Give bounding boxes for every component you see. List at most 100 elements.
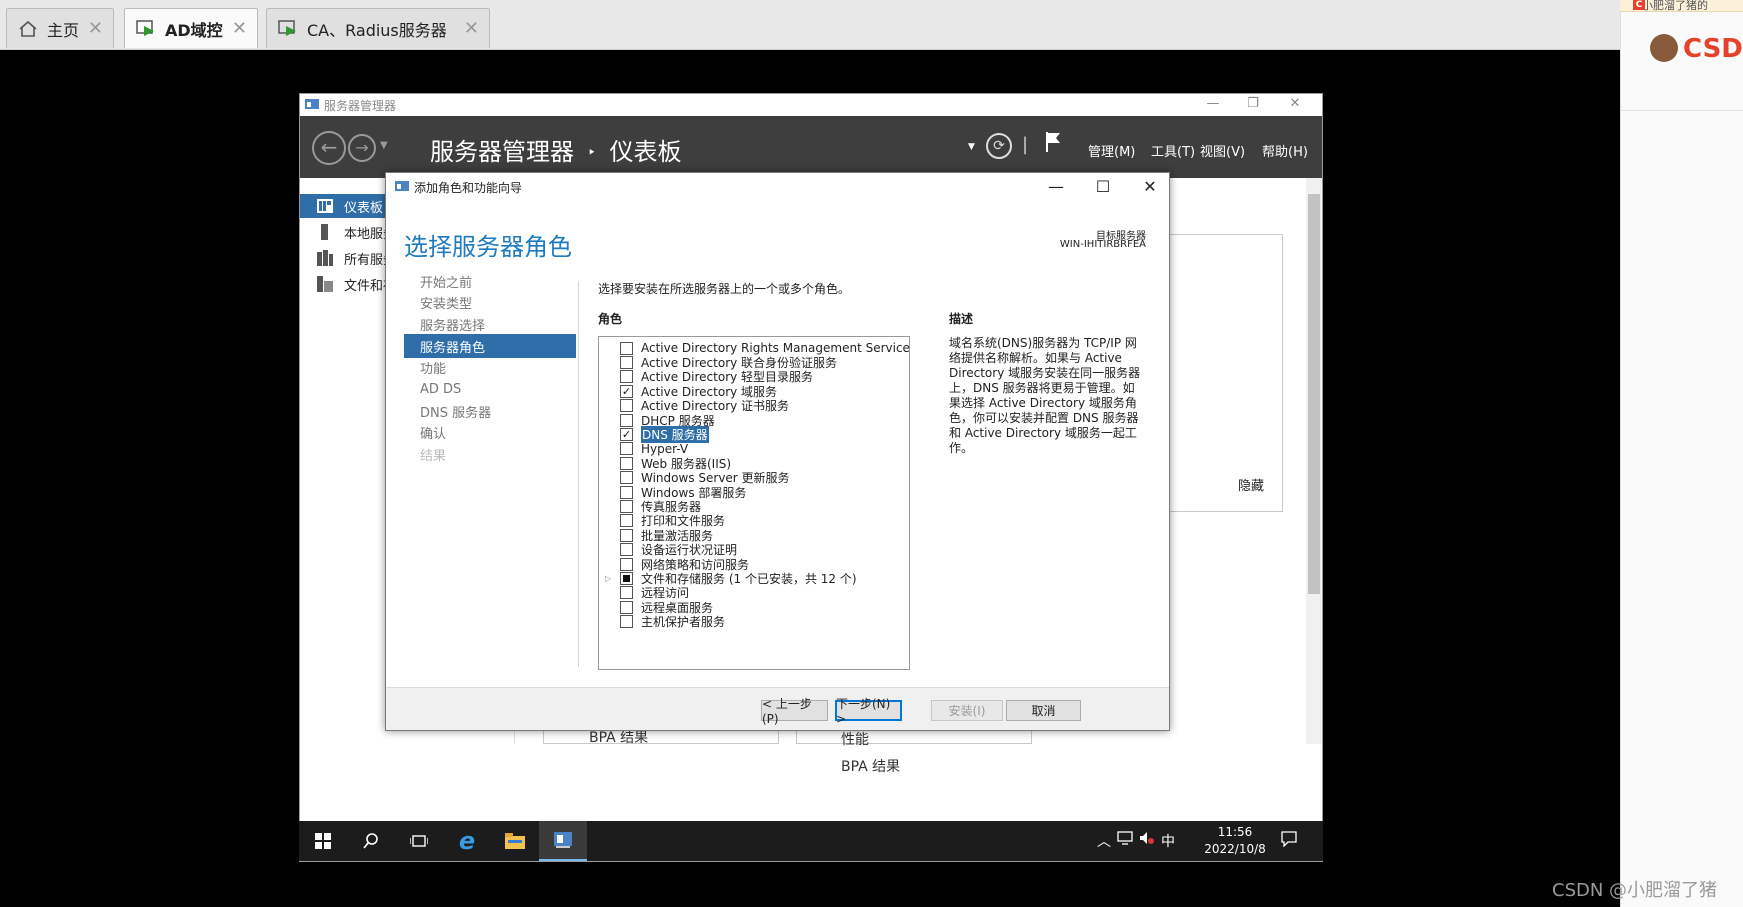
chevron-down-icon[interactable]: ▼: [968, 142, 975, 152]
sm-titlebar: 服务器管理器 — ❐ ✕: [300, 94, 1322, 116]
roles-list[interactable]: ▲ ▼ Active Directory Rights Management S…: [598, 336, 910, 670]
role-checkbox[interactable]: [620, 514, 633, 528]
close-button[interactable]: ✕: [1130, 177, 1170, 197]
next-button[interactable]: 下一步(N) >: [835, 697, 902, 726]
tab-ca-radius[interactable]: CA、Radius服务器 ✕: [266, 8, 490, 48]
close-icon[interactable]: ✕: [232, 18, 247, 39]
tab-home[interactable]: 主页 ✕: [6, 8, 114, 48]
menu-help[interactable]: 帮助(H): [1262, 141, 1308, 160]
menu-manage[interactable]: 管理(M): [1088, 141, 1135, 160]
cancel-button[interactable]: 取消: [1006, 700, 1081, 721]
wizard-step[interactable]: 服务器选择: [404, 312, 576, 336]
role-checkbox[interactable]: [620, 586, 633, 600]
role-checkbox[interactable]: [620, 557, 633, 571]
role-checkbox[interactable]: [620, 528, 633, 542]
server-manager-icon: [305, 99, 319, 109]
clock-date: 2022/10/8: [1204, 842, 1266, 856]
roles-label: 角色: [598, 312, 623, 326]
start-button[interactable]: [299, 821, 347, 861]
wizard-step: 结果: [420, 449, 447, 465]
csdn-logo[interactable]: CSDr: [1683, 34, 1743, 64]
sm-header: ← → ▼ 服务器管理器 ‣ 仪表板 ▼ ⟳ | 管理(M) 工具(T) 视图(…: [300, 116, 1322, 178]
wizard-titlebar: 添加角色和功能向导 — ☐ ✕: [386, 173, 1169, 201]
ime-indicator[interactable]: 中: [1161, 831, 1175, 851]
close-icon[interactable]: ✕: [464, 18, 479, 39]
minimize-button[interactable]: —: [1200, 96, 1226, 114]
vm-icon: [135, 18, 157, 40]
wizard-step[interactable]: 功能: [404, 356, 576, 380]
wizard-step[interactable]: 开始之前: [404, 269, 576, 293]
volume-muted-icon[interactable]: [1139, 831, 1155, 849]
prev-button[interactable]: < 上一步(P): [761, 697, 828, 726]
expand-arrow-icon[interactable]: ▷: [605, 574, 611, 583]
wizard-intro: 选择要安装在所选服务器上的一个或多个角色。: [598, 282, 851, 296]
history-dropdown-icon[interactable]: ▼: [380, 140, 388, 151]
role-checkbox[interactable]: [620, 355, 633, 369]
notifications-flag-icon[interactable]: [1044, 130, 1062, 158]
sm-window-title: 服务器管理器: [324, 98, 397, 113]
menu-tools[interactable]: 工具(T): [1151, 141, 1195, 160]
role-checkbox[interactable]: [620, 341, 633, 355]
wizard-step[interactable]: DNS 服务器: [404, 399, 576, 423]
minimize-button[interactable]: —: [1036, 177, 1076, 197]
role-item[interactable]: 主机保护者服务: [599, 614, 725, 630]
tab-ad-dc[interactable]: AD域控 ✕: [124, 8, 258, 48]
role-checkbox[interactable]: ✓: [620, 427, 633, 441]
search-icon[interactable]: [347, 821, 395, 861]
forward-button[interactable]: →: [348, 134, 376, 162]
internet-explorer-icon[interactable]: e: [443, 821, 491, 861]
role-checkbox[interactable]: [620, 399, 633, 413]
close-button[interactable]: ✕: [1282, 96, 1308, 114]
close-icon[interactable]: ✕: [88, 18, 103, 39]
breadcrumb-page: 仪表板: [609, 138, 682, 166]
dashboard-icon: [316, 198, 334, 214]
restore-button[interactable]: ❐: [1240, 96, 1266, 114]
role-checkbox[interactable]: [620, 615, 633, 629]
vm-tab-strip: 主页 ✕ AD域控 ✕ CA、Radius服务器 ✕: [0, 0, 1620, 50]
target-server-value: WIN-IHITIRBRFEA: [1059, 239, 1146, 250]
vm-icon: [277, 18, 299, 40]
role-checkbox[interactable]: [620, 471, 633, 485]
csdn-mascot-icon: [1650, 34, 1678, 62]
wizard-step[interactable]: 服务器角色: [404, 334, 576, 359]
add-roles-wizard: 添加角色和功能向导 — ☐ ✕ 选择服务器角色 目标服务器 WIN-IHITIR…: [385, 172, 1170, 731]
system-clock[interactable]: 11:56 2022/10/8: [1203, 824, 1267, 858]
role-checkbox[interactable]: [620, 413, 633, 427]
wizard-footer: < 上一步(P) 下一步(N) > 安装(I) 取消: [386, 687, 1169, 730]
role-checkbox[interactable]: [620, 543, 633, 557]
menu-view[interactable]: 视图(V): [1200, 141, 1245, 160]
chevron-up-icon[interactable]: ︿: [1097, 831, 1111, 851]
csdn-watermark: CSDN @小肥溜了猪: [1552, 880, 1718, 901]
bpa-results-right[interactable]: BPA 结果: [841, 756, 900, 776]
divider: [578, 281, 579, 667]
performance-label[interactable]: 性能: [841, 729, 869, 749]
network-icon[interactable]: [1117, 831, 1133, 849]
role-checkbox[interactable]: [620, 499, 633, 513]
role-checkbox[interactable]: [620, 571, 633, 585]
tab-ca-radius-label: CA、Radius服务器: [307, 20, 447, 40]
wizard-step[interactable]: AD DS: [404, 378, 576, 402]
role-checkbox[interactable]: [620, 456, 633, 470]
role-checkbox[interactable]: [620, 600, 633, 614]
welcome-tile: [1166, 234, 1283, 512]
description-text: 域名系统(DNS)服务器为 TCP/IP 网络提供名称解析。如果与 Active…: [949, 336, 1141, 455]
wizard-step[interactable]: 安装类型: [404, 291, 576, 315]
back-button[interactable]: ←: [312, 131, 346, 165]
hide-link[interactable]: 隐藏: [1238, 475, 1264, 494]
description-label: 描述: [949, 312, 974, 326]
role-checkbox[interactable]: ✓: [620, 384, 633, 398]
wizard-step[interactable]: 确认: [404, 421, 576, 445]
install-button[interactable]: 安装(I): [931, 700, 1003, 721]
refresh-icon[interactable]: ⟳: [986, 133, 1012, 159]
file-explorer-icon[interactable]: [491, 821, 539, 861]
role-checkbox[interactable]: [620, 370, 633, 384]
action-center-icon[interactable]: [1281, 831, 1297, 851]
sm-scrollbar-thumb[interactable]: [1308, 194, 1320, 594]
nav-dashboard-label: 仪表板: [344, 200, 384, 216]
role-checkbox[interactable]: [620, 442, 633, 456]
divider: [1620, 110, 1743, 111]
maximize-button[interactable]: ☐: [1083, 177, 1123, 197]
role-checkbox[interactable]: [620, 485, 633, 499]
server-manager-taskbar-icon[interactable]: [539, 821, 587, 861]
task-view-icon[interactable]: [395, 821, 443, 861]
